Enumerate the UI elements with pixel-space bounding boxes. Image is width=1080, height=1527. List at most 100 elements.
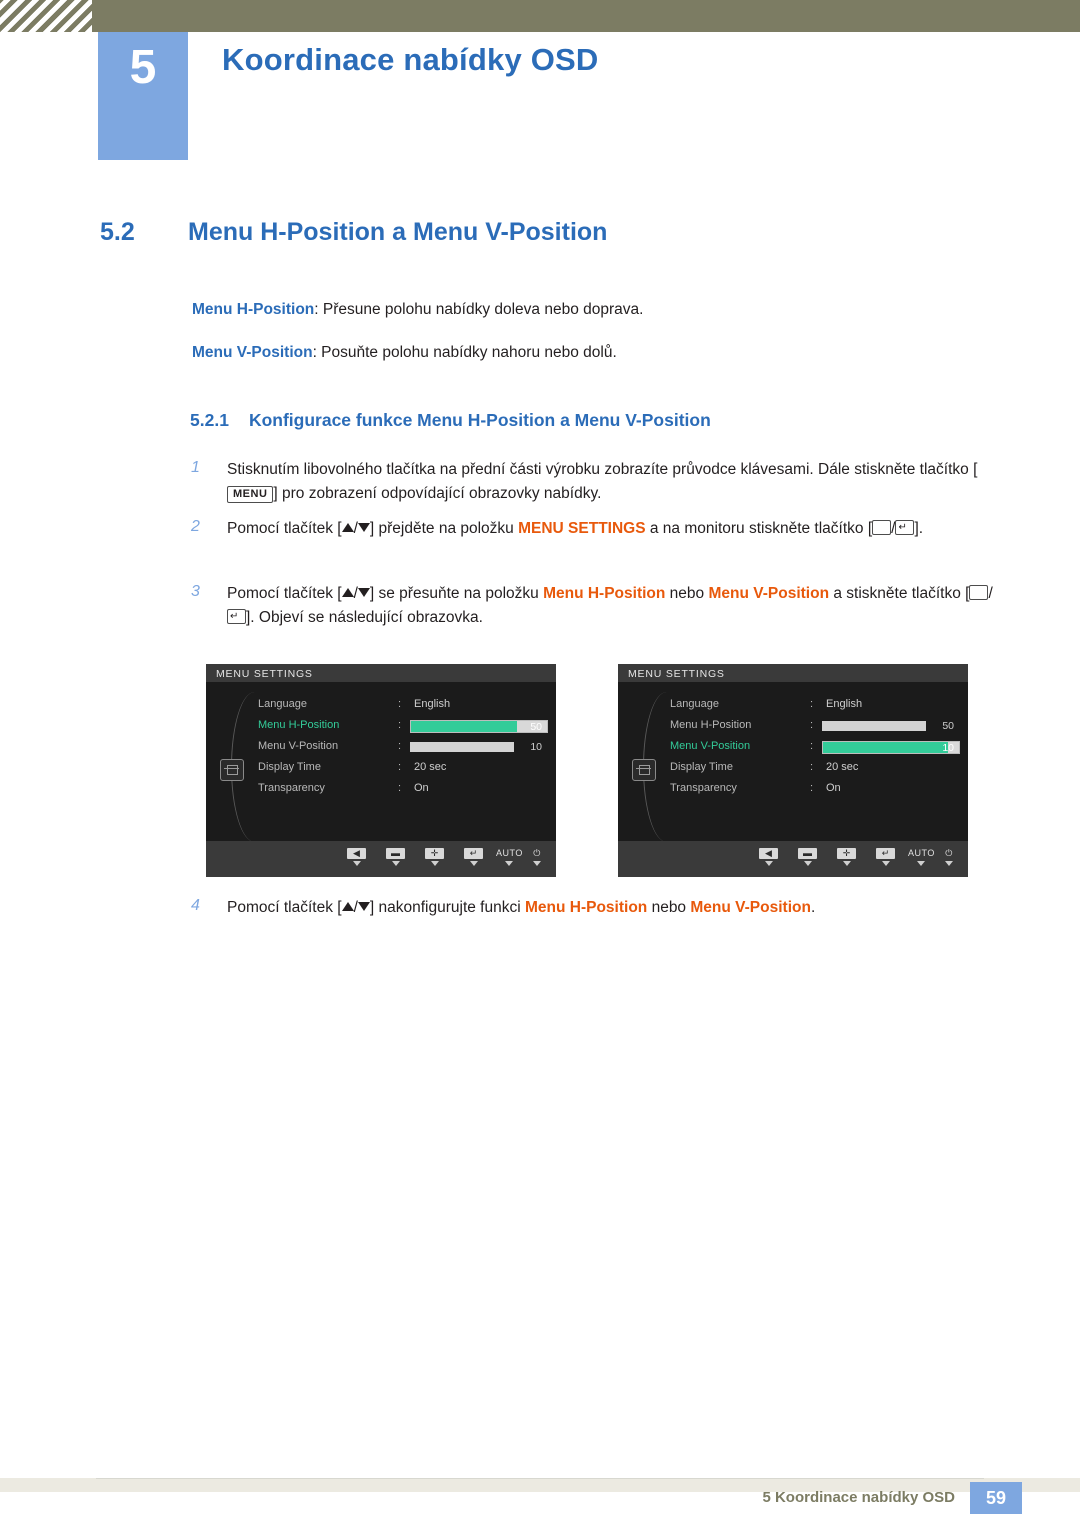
step4-part3: . (810, 899, 816, 916)
osd-rows-right: Language : English Menu H-Position : 50 … (670, 696, 962, 801)
osd-btn-left-arrow-right[interactable]: ◀ (759, 847, 778, 866)
step4-part1: Pomocí tlačítek [ (227, 899, 342, 916)
osd-row-transparency-left[interactable]: Transparency : On (258, 780, 550, 801)
step3-keyword-1: Menu H-Position (543, 585, 666, 602)
osd-colon: : (810, 761, 814, 773)
osd-slider-track (822, 721, 926, 731)
osd-btn-caret (469, 861, 478, 866)
osd-btn-glyph: ✛ (837, 848, 856, 859)
power-icon: ⏻ (945, 848, 953, 858)
osd-slider-v-left[interactable]: 10 (410, 741, 548, 754)
osd-btn-label: AUTO (908, 848, 935, 858)
osd-btn-caret (917, 861, 926, 866)
osd-value: 20 sec (414, 761, 447, 773)
osd-btn-caret (391, 861, 400, 866)
arrow-up-icon-3 (341, 902, 354, 911)
osd-row-transparency-right[interactable]: Transparency : On (670, 780, 962, 801)
step2-part2: ] přejděte na položku (369, 520, 519, 537)
osd-label: Display Time (258, 761, 321, 773)
source-key-icon (872, 520, 892, 535)
osd-colon: : (810, 719, 814, 731)
osd-label: Menu H-Position (258, 719, 340, 731)
osd-footer-right: ◀ ▬ ✛ ↵ AUTO ⏻ (618, 841, 968, 877)
enter-key-icon: ↵ (895, 520, 915, 535)
step3-mid: nebo (665, 585, 709, 602)
menu-settings-icon-right (632, 759, 656, 781)
osd-colon: : (398, 761, 402, 773)
osd-label: Menu V-Position (258, 740, 339, 752)
osd-title-left: MENU SETTINGS (216, 668, 313, 680)
osd-value: On (414, 782, 429, 794)
osd-btn-glyph: ↵ (876, 848, 895, 859)
osd-btn-caret (352, 861, 361, 866)
chapter-title: Koordinace nabídky OSD (222, 42, 599, 77)
osd-colon: : (810, 698, 814, 710)
menu-key-icon: MENU (227, 485, 274, 503)
osd-slider-h-left[interactable]: 50 (410, 720, 548, 733)
osd-screenshot-left: MENU SETTINGS Language : English Menu H-… (206, 664, 556, 877)
chapter-number: 5 (129, 41, 157, 94)
osd-colon: : (810, 782, 814, 794)
osd-btn-minus-left[interactable]: ▬ (386, 847, 405, 866)
osd-row-display-time-left[interactable]: Display Time : 20 sec (258, 759, 550, 780)
osd-colon: : (398, 719, 402, 731)
step-number-2: 2 (191, 518, 200, 535)
osd-row-language-left[interactable]: Language : English (258, 696, 550, 717)
step2-highlight: MENU SETTINGS (518, 520, 646, 537)
enter-key-icon-2: ↵ (227, 609, 246, 625)
osd-slider-value: 50 (530, 721, 542, 733)
osd-slider-value: 50 (942, 720, 954, 732)
osd-btn-plus-left[interactable]: ✛ (425, 847, 444, 866)
osd-row-menu-h-position-left[interactable]: Menu H-Position : 50 (258, 717, 550, 738)
osd-slider-v-right[interactable]: 10 (822, 741, 960, 754)
osd-row-menu-h-position-right[interactable]: Menu H-Position : 50 (670, 717, 962, 738)
step3-part2: ] se přesuňte na položku (369, 585, 544, 602)
intro-text-v: : Posuňte polohu nabídky nahoru nebo dol… (312, 344, 617, 361)
osd-row-display-time-right[interactable]: Display Time : 20 sec (670, 759, 962, 780)
menu-settings-icon-left (220, 759, 244, 781)
osd-row-menu-v-position-right[interactable]: Menu V-Position : 10 (670, 738, 962, 759)
osd-btn-enter-left[interactable]: ↵ (464, 847, 483, 866)
arrow-down-icon-3 (357, 902, 370, 911)
osd-btn-auto-right[interactable]: AUTO (908, 847, 935, 866)
osd-btn-enter-right[interactable]: ↵ (876, 847, 895, 866)
osd-btn-glyph: ▬ (798, 848, 817, 859)
source-key-icon-2 (969, 585, 989, 600)
step-number-3: 3 (191, 583, 200, 600)
step2-part1: Pomocí tlačítek [ (227, 520, 342, 537)
osd-btn-plus-right[interactable]: ✛ (837, 847, 856, 866)
intro-keyword-h: Menu H-Position (192, 301, 315, 318)
section-number: 5.2 (100, 218, 135, 246)
enter-glyph: ↵ (898, 522, 907, 533)
step3-part4: ]. Objeví se následující obrazovka. (246, 609, 483, 627)
osd-value: English (414, 698, 451, 710)
osd-row-language-right[interactable]: Language : English (670, 696, 962, 717)
osd-btn-power-right[interactable]: ⏻ (945, 847, 953, 866)
step4-part2: ] nakonfigurujte funkci (369, 899, 525, 916)
osd-value: On (826, 782, 841, 794)
osd-btn-caret (803, 861, 812, 866)
osd-label: Menu V-Position (670, 740, 751, 752)
osd-btn-minus-right[interactable]: ▬ (798, 847, 817, 866)
osd-label: Display Time (670, 761, 733, 773)
osd-slider-value: 10 (530, 741, 542, 753)
subsection-number: 5.2.1 (190, 410, 229, 430)
osd-btn-left-arrow-left[interactable]: ◀ (347, 847, 366, 866)
arrow-down-icon (357, 523, 370, 532)
step-text-2: Pomocí tlačítek [/] přejděte na položku … (227, 517, 1005, 541)
osd-btn-power-left[interactable]: ⏻ (533, 847, 541, 866)
intro-keyword-v: Menu V-Position (192, 344, 313, 361)
step4-keyword-1: Menu H-Position (524, 899, 648, 916)
osd-btn-auto-left[interactable]: AUTO (496, 847, 523, 866)
intro-text-h: : Přesune polohu nabídky doleva nebo dop… (314, 301, 644, 318)
osd-slider-value: 10 (942, 742, 954, 754)
osd-btn-glyph: ▬ (386, 848, 405, 859)
intro-paragraph-v-position: Menu V-Position: Posuňte polohu nabídky … (192, 341, 617, 364)
osd-row-menu-v-position-left[interactable]: Menu V-Position : 10 (258, 738, 550, 759)
osd-btn-glyph: ↵ (464, 848, 483, 859)
osd-btn-caret (764, 861, 773, 866)
osd-colon: : (398, 740, 402, 752)
footer-text: 5 Koordinace nabídky OSD (762, 1489, 955, 1506)
osd-slider-h-right[interactable]: 50 (822, 720, 960, 733)
page-header-band (0, 0, 1080, 32)
